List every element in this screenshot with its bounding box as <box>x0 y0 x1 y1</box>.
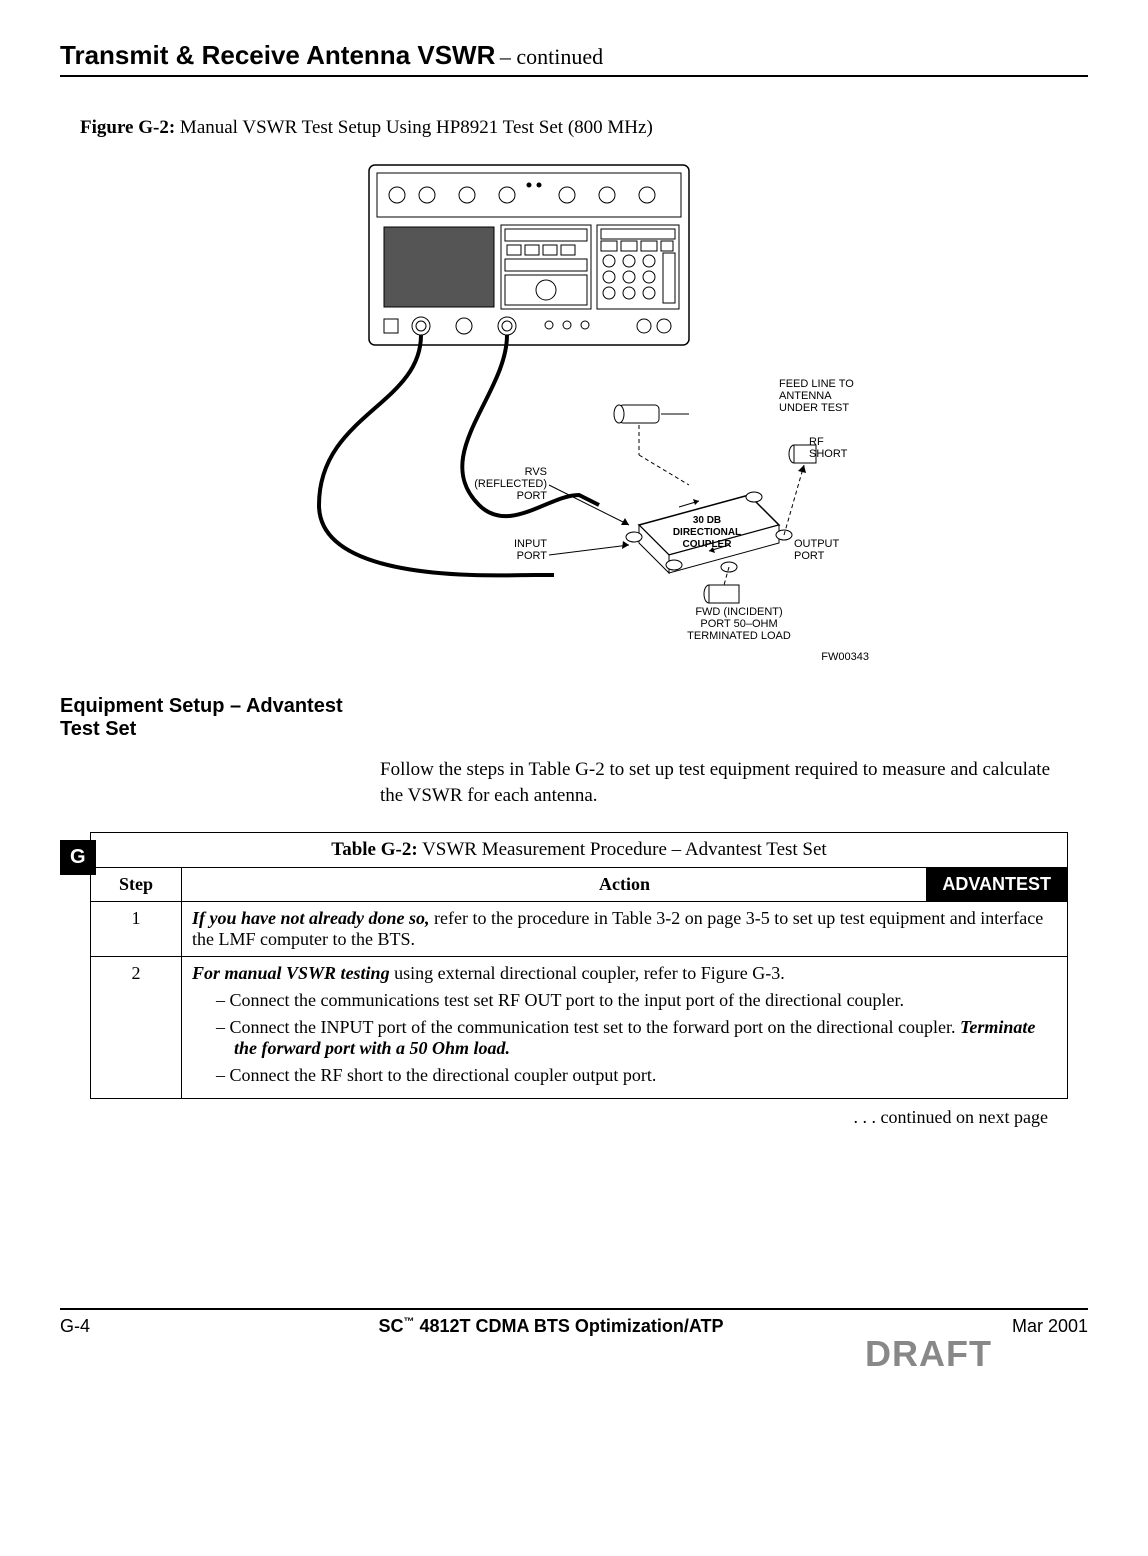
draft-watermark: DRAFT <box>90 1333 992 1375</box>
svg-text:(REFLECTED): (REFLECTED) <box>474 478 547 490</box>
svg-text:ANTENNA: ANTENNA <box>779 390 832 402</box>
label-rf-short: RF <box>809 436 824 448</box>
list-item: Connect the INPUT port of the communicat… <box>216 1017 1057 1059</box>
svg-text:UNDER TEST: UNDER TEST <box>779 402 849 414</box>
label-output-port: OUTPUT <box>794 538 840 550</box>
figure-caption: Figure G-2: Manual VSWR Test Setup Using… <box>80 117 1088 139</box>
procedure-table: Table G-2: VSWR Measurement Procedure – … <box>90 832 1068 1099</box>
svg-text:TERMINATED LOAD: TERMINATED LOAD <box>687 630 791 642</box>
table-row: 1 If you have not already done so, refer… <box>91 902 1068 957</box>
svg-text:DIRECTIONAL: DIRECTIONAL <box>673 527 741 538</box>
step-action: If you have not already done so, refer t… <box>182 902 1068 957</box>
label-fwd-port: FWD (INCIDENT) <box>695 606 782 618</box>
list-item: Connect the communications test set RF O… <box>216 990 1057 1011</box>
label-input-port: INPUT <box>514 538 547 550</box>
advantest-badge: ADVANTEST <box>926 868 1067 901</box>
section-paragraph: Follow the steps in Table G-2 to set up … <box>380 757 1058 808</box>
header-title: Transmit & Receive Antenna VSWR <box>60 40 495 70</box>
step-number: 2 <box>91 957 182 1099</box>
svg-text:PORT 50–OHM: PORT 50–OHM <box>700 618 777 630</box>
svg-text:30 DB: 30 DB <box>693 515 721 526</box>
table-head-step: Step <box>91 868 182 902</box>
test-setup-diagram: 30 DB DIRECTIONAL COUPLER FE <box>249 155 899 665</box>
svg-text:PORT: PORT <box>794 550 825 562</box>
section-heading: Equipment Setup – AdvantestTest Set <box>60 695 1088 741</box>
figure-caption-text: Manual VSWR Test Setup Using HP8921 Test… <box>175 117 653 138</box>
footer-page-number: G-4 <box>60 1316 90 1337</box>
page-header: Transmit & Receive Antenna VSWR – contin… <box>60 40 1088 77</box>
page-footer: G-4 SC™ 4812T CDMA BTS Optimization/ATP … <box>60 1308 1088 1375</box>
step-number: 1 <box>91 902 182 957</box>
svg-text:COUPLER: COUPLER <box>683 539 733 550</box>
table-title: Table G-2: VSWR Measurement Procedure – … <box>91 833 1068 868</box>
list-item: Connect the RF short to the directional … <box>216 1065 1057 1086</box>
header-continued: – continued <box>500 44 603 69</box>
label-rvs-port: RVS <box>525 466 547 478</box>
label-fw-code: FW00343 <box>821 651 869 663</box>
svg-text:PORT: PORT <box>517 490 548 502</box>
step-bullets: Connect the communications test set RF O… <box>192 990 1057 1086</box>
footer-date: Mar 2001 <box>1012 1316 1088 1337</box>
table-head-action: Action ADVANTEST <box>182 868 1068 902</box>
svg-text:PORT: PORT <box>517 550 548 562</box>
footer-doc-title: SC™ 4812T CDMA BTS Optimization/ATP DRAF… <box>90 1316 1012 1375</box>
label-feed-line: FEED LINE TO <box>779 378 854 390</box>
step-action: For manual VSWR testing using external d… <box>182 957 1068 1099</box>
figure-label: Figure G-2: <box>80 117 175 138</box>
continued-note: . . . continued on next page <box>90 1107 1048 1128</box>
svg-text:SHORT: SHORT <box>809 448 848 460</box>
table-row: 2 For manual VSWR testing using external… <box>91 957 1068 1099</box>
